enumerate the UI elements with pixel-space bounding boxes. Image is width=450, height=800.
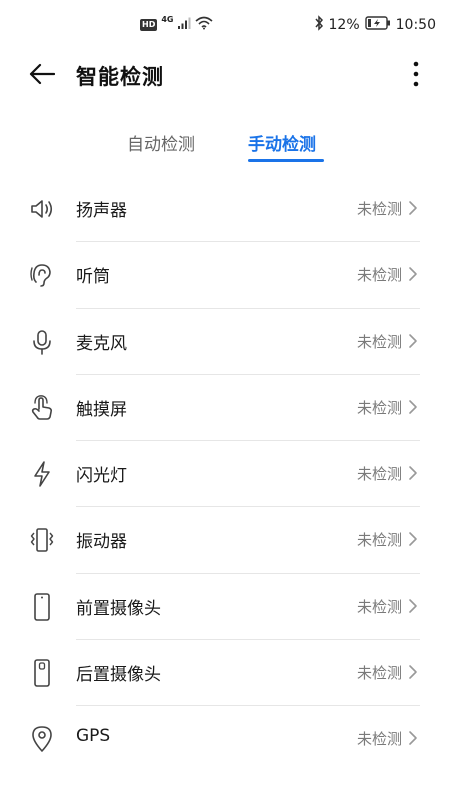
list-item-flashlight[interactable]: 闪光灯 未检测: [0, 441, 450, 508]
item-label: 振动器: [76, 532, 127, 553]
bluetooth-icon: [314, 15, 324, 35]
item-label: 前置摄像头: [76, 598, 161, 619]
item-status: 未检测: [356, 730, 402, 749]
front-camera-icon: [28, 592, 56, 621]
page-title: 智能检测: [76, 65, 164, 89]
chevron-right-icon: [408, 662, 420, 682]
item-label: 后置摄像头: [76, 665, 161, 686]
item-status: 未检测: [356, 664, 402, 683]
chevron-right-icon: [408, 728, 420, 748]
network-type: 4G: [161, 14, 174, 24]
list-item-touchscreen[interactable]: 触摸屏 未检测: [0, 375, 450, 442]
item-status: 未检测: [356, 332, 402, 351]
list-item-microphone[interactable]: 麦克风 未检测: [0, 309, 450, 375]
back-button[interactable]: [26, 60, 58, 92]
microphone-icon: [28, 328, 56, 356]
item-label: 听筒: [76, 267, 110, 288]
tab-bar: 自动检测 手动检测: [0, 120, 450, 165]
vibration-icon: [28, 526, 56, 554]
rear-camera-icon: [28, 659, 56, 687]
more-options-button[interactable]: [404, 60, 428, 92]
more-vertical-icon: [413, 61, 419, 91]
chevron-right-icon: [408, 397, 420, 417]
battery-percent: 12%: [328, 17, 360, 33]
list-item-speaker[interactable]: 扬声器 未检测: [0, 176, 450, 243]
status-bar: HD 4G 12% 10:50: [0, 0, 450, 50]
battery-charging-icon: [364, 16, 391, 34]
active-tab-indicator: [248, 159, 324, 162]
chevron-right-icon: [408, 596, 420, 616]
tab-auto-detect[interactable]: 自动检测: [127, 130, 195, 155]
item-label: GPS: [76, 726, 111, 747]
location-pin-icon: [28, 725, 56, 753]
status-bar-right: 12% 10:50: [314, 15, 436, 35]
touch-icon: [28, 394, 56, 422]
hd-badge: HD: [140, 19, 158, 31]
earpiece-icon: [28, 261, 56, 289]
list-item-rear-camera[interactable]: 后置摄像头 未检测: [0, 640, 450, 707]
status-bar-left: HD 4G: [140, 14, 214, 35]
item-status: 未检测: [356, 531, 402, 550]
item-label: 触摸屏: [76, 399, 127, 420]
chevron-right-icon: [408, 463, 420, 483]
back-arrow-icon: [29, 63, 56, 89]
speaker-icon: [28, 195, 56, 223]
list-item-gps[interactable]: GPS 未检测: [0, 706, 450, 772]
check-item-list: 扬声器 未检测 听筒 未检测 麦克风 未检测 触摸屏 未检测 闪光灯 未检测 振…: [0, 176, 450, 773]
tab-manual-detect[interactable]: 手动检测: [248, 130, 316, 155]
list-item-front-camera[interactable]: 前置摄像头 未检测: [0, 574, 450, 641]
app-header: 智能检测: [0, 50, 450, 102]
chevron-right-icon: [408, 198, 420, 218]
list-item-earpiece[interactable]: 听筒 未检测: [0, 242, 450, 309]
signal-icon: [177, 16, 191, 34]
item-label: 扬声器: [76, 201, 127, 221]
item-status: 未检测: [356, 266, 402, 285]
flash-icon: [28, 460, 56, 488]
clock: 10:50: [395, 17, 436, 33]
chevron-right-icon: [408, 331, 420, 351]
item-status: 未检测: [356, 465, 402, 484]
item-label: 闪光灯: [76, 466, 127, 487]
item-status: 未检测: [356, 398, 402, 417]
item-label: 麦克风: [76, 333, 127, 354]
item-status: 未检测: [356, 597, 402, 616]
chevron-right-icon: [408, 264, 420, 284]
wifi-icon: [195, 16, 214, 34]
item-status: 未检测: [356, 200, 402, 218]
list-item-vibrator[interactable]: 振动器 未检测: [0, 507, 450, 574]
chevron-right-icon: [408, 529, 420, 549]
